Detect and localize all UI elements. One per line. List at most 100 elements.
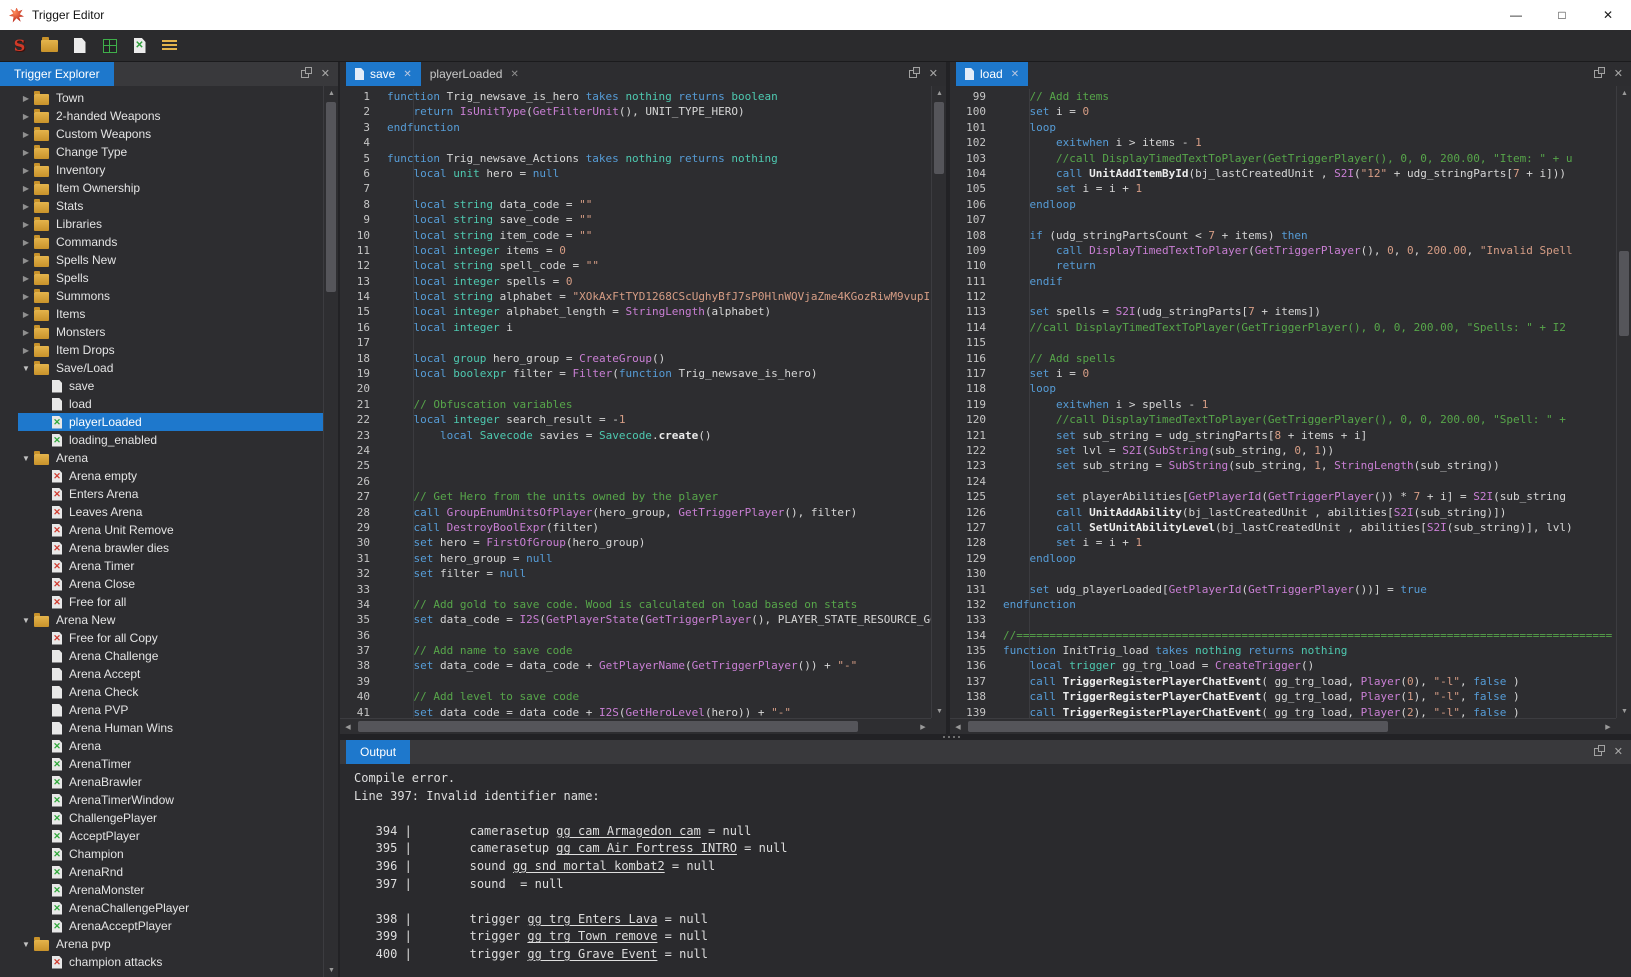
tree-item-acceptplayer[interactable]: AcceptPlayer xyxy=(18,827,323,845)
tree-item-arena-check[interactable]: Arena Check xyxy=(18,683,323,701)
scroll-left-icon[interactable]: ◀ xyxy=(340,719,356,735)
tree-item-arena-brawler-dies[interactable]: Arena brawler dies xyxy=(18,539,323,557)
float-panel-icon[interactable] xyxy=(1594,70,1602,78)
tree-item-items[interactable]: ▶Items xyxy=(18,305,323,323)
maximize-button[interactable]: □ xyxy=(1539,0,1585,30)
scroll-left-icon[interactable]: ◀ xyxy=(950,719,966,735)
tree-item-enters-arena[interactable]: Enters Arena xyxy=(18,485,323,503)
close-panel-icon[interactable]: ✕ xyxy=(321,69,330,80)
tree-item-libraries[interactable]: ▶Libraries xyxy=(18,215,323,233)
float-panel-icon[interactable] xyxy=(1594,748,1602,756)
expand-arrow-icon[interactable]: ▶ xyxy=(18,346,34,355)
tree-item-load[interactable]: load xyxy=(18,395,323,413)
tree-item-arena-challenge[interactable]: Arena Challenge xyxy=(18,647,323,665)
explorer-scrollbar[interactable]: ▲ ▼ xyxy=(323,86,338,977)
horizontal-scrollbar[interactable]: ◀ ▶ xyxy=(950,718,1616,734)
scroll-right-icon[interactable]: ▶ xyxy=(1600,719,1616,735)
tree-item-arena-unit-remove[interactable]: Arena Unit Remove xyxy=(18,521,323,539)
scrollbar-thumb[interactable] xyxy=(358,721,858,732)
scroll-down-icon[interactable]: ▼ xyxy=(1617,704,1631,718)
trigger-tree[interactable]: ▶Town▶2-handed Weapons▶Custom Weapons▶Ch… xyxy=(0,86,323,977)
tree-item-arena-pvp[interactable]: Arena PVP xyxy=(18,701,323,719)
scroll-down-icon[interactable]: ▼ xyxy=(932,704,947,718)
tab-close-icon[interactable]: ✕ xyxy=(403,69,411,80)
tree-item-arena-close[interactable]: Arena Close xyxy=(18,575,323,593)
tree-item-arena-accept[interactable]: Arena Accept xyxy=(18,665,323,683)
collapse-arrow-icon[interactable]: ▼ xyxy=(18,364,34,373)
tree-item-arena-pvp[interactable]: ▼Arena pvp xyxy=(18,935,323,953)
tree-item-arenabrawler[interactable]: ArenaBrawler xyxy=(18,773,323,791)
scrollbar-thumb[interactable] xyxy=(1619,251,1629,336)
tree-item-arena-empty[interactable]: Arena empty xyxy=(18,467,323,485)
close-panel-icon[interactable]: ✕ xyxy=(929,69,938,80)
script-list-icon[interactable] xyxy=(156,33,183,59)
tree-item-free-for-all-copy[interactable]: Free for all Copy xyxy=(18,629,323,647)
tree-item-arenamonster[interactable]: ArenaMonster xyxy=(18,881,323,899)
code-editor-load[interactable]: 9910010110210310410510610710810911011111… xyxy=(950,86,1616,718)
expand-arrow-icon[interactable]: ▶ xyxy=(18,184,34,193)
expand-arrow-icon[interactable]: ▶ xyxy=(18,256,34,265)
tree-item-inventory[interactable]: ▶Inventory xyxy=(18,161,323,179)
new-file-icon[interactable] xyxy=(66,33,93,59)
scrollbar-thumb[interactable] xyxy=(326,102,336,292)
tree-item-champion-attacks[interactable]: champion attacks xyxy=(18,953,323,971)
expand-arrow-icon[interactable]: ▶ xyxy=(18,94,34,103)
tab-close-icon[interactable]: ✕ xyxy=(1011,69,1019,80)
tree-item-2-handed-weapons[interactable]: ▶2-handed Weapons xyxy=(18,107,323,125)
minimize-button[interactable]: — xyxy=(1493,0,1539,30)
expand-arrow-icon[interactable]: ▶ xyxy=(18,274,34,283)
expand-arrow-icon[interactable]: ▶ xyxy=(18,220,34,229)
tab-save[interactable]: save✕ xyxy=(346,62,421,86)
expand-arrow-icon[interactable]: ▶ xyxy=(18,130,34,139)
scrollbar-thumb[interactable] xyxy=(968,721,1388,732)
tree-item-spells-new[interactable]: ▶Spells New xyxy=(18,251,323,269)
tree-item-arena-human-wins[interactable]: Arena Human Wins xyxy=(18,719,323,737)
horizontal-scrollbar[interactable]: ◀ ▶ xyxy=(340,718,931,734)
expand-arrow-icon[interactable]: ▶ xyxy=(18,202,34,211)
collapse-arrow-icon[interactable]: ▼ xyxy=(18,616,34,625)
float-panel-icon[interactable] xyxy=(301,70,309,78)
expand-arrow-icon[interactable]: ▶ xyxy=(18,166,34,175)
tree-item-custom-weapons[interactable]: ▶Custom Weapons xyxy=(18,125,323,143)
tree-item-arena[interactable]: ▼Arena xyxy=(18,449,323,467)
tree-item-save[interactable]: save xyxy=(18,377,323,395)
explorer-title-tab[interactable]: Trigger Explorer xyxy=(0,62,114,86)
close-panel-icon[interactable]: ✕ xyxy=(1614,747,1623,758)
tree-item-loading-enabled[interactable]: loading_enabled xyxy=(18,431,323,449)
tree-item-arenarnd[interactable]: ArenaRnd xyxy=(18,863,323,881)
tab-close-icon[interactable]: ✕ xyxy=(510,69,518,80)
collapse-arrow-icon[interactable]: ▼ xyxy=(18,454,34,463)
trigger-script-icon[interactable] xyxy=(126,33,153,59)
collapse-arrow-icon[interactable]: ▼ xyxy=(18,940,34,949)
scrollbar-thumb[interactable] xyxy=(934,102,944,174)
tree-item-arena-new[interactable]: ▼Arena New xyxy=(18,611,323,629)
tree-item-arena[interactable]: Arena xyxy=(18,737,323,755)
tree-item-leaves-arena[interactable]: Leaves Arena xyxy=(18,503,323,521)
output-tab[interactable]: Output xyxy=(346,740,410,764)
tree-item-champion[interactable]: Champion xyxy=(18,845,323,863)
tab-load[interactable]: load✕ xyxy=(956,62,1028,86)
tree-item-commands[interactable]: ▶Commands xyxy=(18,233,323,251)
expand-arrow-icon[interactable]: ▶ xyxy=(18,148,34,157)
code-editor-save[interactable]: 1234567891011121314151617181920212223242… xyxy=(340,86,931,718)
expand-arrow-icon[interactable]: ▶ xyxy=(18,238,34,247)
tree-item-spells[interactable]: ▶Spells xyxy=(18,269,323,287)
jass-script-icon[interactable]: S xyxy=(6,33,33,59)
vertical-scrollbar[interactable]: ▲ ▼ xyxy=(931,86,946,718)
expand-arrow-icon[interactable]: ▶ xyxy=(18,328,34,337)
tree-item-town[interactable]: ▶Town xyxy=(18,89,323,107)
tree-item-arenachallengeplayer[interactable]: ArenaChallengePlayer xyxy=(18,899,323,917)
tree-item-challengeplayer[interactable]: ChallengePlayer xyxy=(18,809,323,827)
close-button[interactable]: ✕ xyxy=(1585,0,1631,30)
tree-item-item-drops[interactable]: ▶Item Drops xyxy=(18,341,323,359)
tree-item-free-for-all[interactable]: Free for all xyxy=(18,593,323,611)
tree-item-summons[interactable]: ▶Summons xyxy=(18,287,323,305)
expand-arrow-icon[interactable]: ▶ xyxy=(18,112,34,121)
expand-arrow-icon[interactable]: ▶ xyxy=(18,292,34,301)
tree-item-monsters[interactable]: ▶Monsters xyxy=(18,323,323,341)
open-folder-icon[interactable] xyxy=(36,33,63,59)
tree-item-change-type[interactable]: ▶Change Type xyxy=(18,143,323,161)
tree-item-playerloaded[interactable]: playerLoaded xyxy=(18,413,323,431)
scroll-right-icon[interactable]: ▶ xyxy=(915,719,931,735)
tree-item-arenatimerwindow[interactable]: ArenaTimerWindow xyxy=(18,791,323,809)
